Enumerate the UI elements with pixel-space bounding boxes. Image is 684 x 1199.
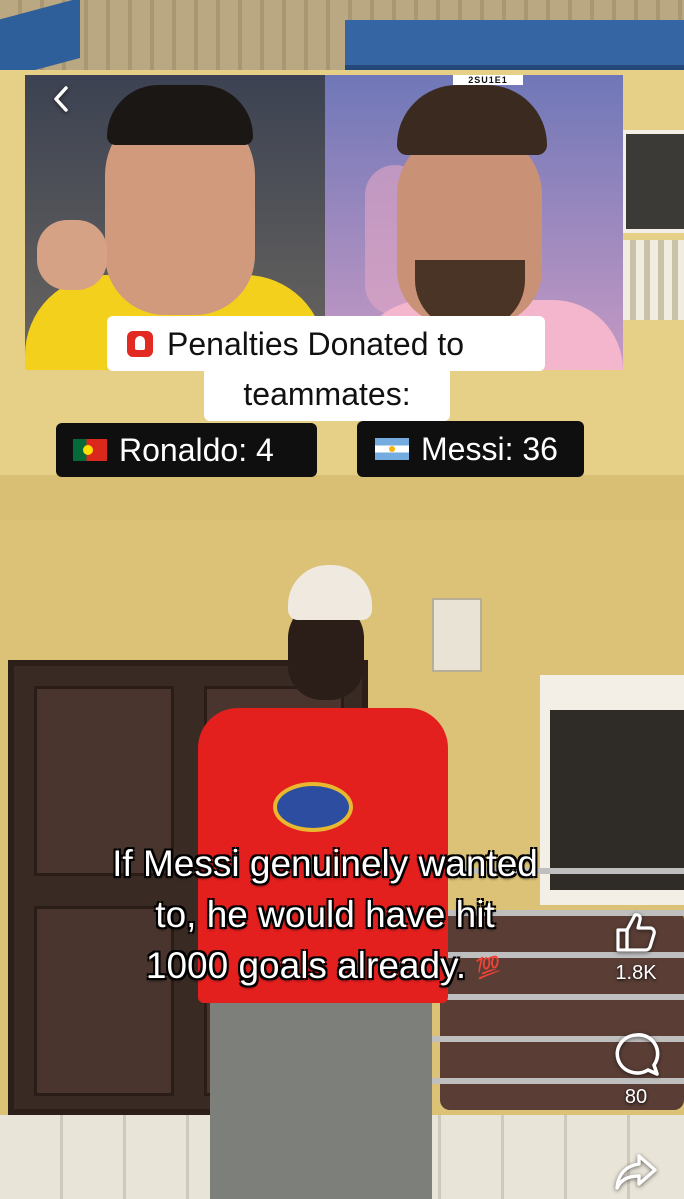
headline-text-line1: Penalties Donated to <box>167 325 465 362</box>
share-button[interactable] <box>596 1150 676 1194</box>
balcony-ledge <box>0 475 684 524</box>
headline-text-line2: teammates: <box>243 375 411 412</box>
caption-line-1: If Messi genuinely wanted <box>112 843 538 884</box>
ronaldo-stat-label: Ronaldo: 4 <box>119 432 274 468</box>
roof-gutter <box>0 0 684 83</box>
comment-bubble-icon <box>615 1033 660 1076</box>
like-count: 1.8K <box>615 962 657 984</box>
image-top-label: 2SU1E1 <box>453 75 523 85</box>
gutter-right <box>345 20 684 71</box>
like-button[interactable]: 1.8K <box>596 908 676 984</box>
share-arrow-icon <box>615 1154 657 1190</box>
argentina-flag-icon <box>375 438 409 460</box>
comment-count: 80 <box>624 1086 648 1108</box>
caption-line-3: 1000 goals already. <box>145 945 467 986</box>
video-caption: If Messi genuinely wanted to, he would h… <box>60 838 590 991</box>
ronaldo-hair <box>107 85 253 145</box>
headline-box-line1: Penalties Donated to <box>107 316 545 371</box>
electric-meter <box>432 598 482 672</box>
chevron-left-icon <box>54 86 68 112</box>
ronaldo-stat-badge: Ronaldo: 4 <box>56 423 317 477</box>
comment-button[interactable]: 80 <box>596 1030 676 1108</box>
messi-hair <box>397 85 547 155</box>
thumbs-up-icon <box>616 913 656 952</box>
video-post-screen: 2SU1E1 Penalties Donated to teammates: R… <box>0 0 684 1199</box>
headline-box-line2: teammates: <box>204 366 450 421</box>
siren-icon <box>127 330 153 357</box>
back-button[interactable] <box>46 82 76 116</box>
hundred-points-icon: 💯 <box>474 955 502 981</box>
shirt-logo <box>273 782 353 832</box>
caption-line-2: to, he would have hit <box>155 894 495 935</box>
balcony-railing <box>622 240 684 320</box>
person-jeans <box>210 995 432 1199</box>
upper-window <box>622 130 684 233</box>
caption-line-3-wrap: 1000 goals already. 💯 <box>60 940 590 991</box>
portugal-flag-icon <box>73 439 107 461</box>
raised-fist <box>37 220 107 290</box>
messi-stat-label: Messi: 36 <box>421 431 558 467</box>
messi-stat-badge: Messi: 36 <box>357 421 584 477</box>
